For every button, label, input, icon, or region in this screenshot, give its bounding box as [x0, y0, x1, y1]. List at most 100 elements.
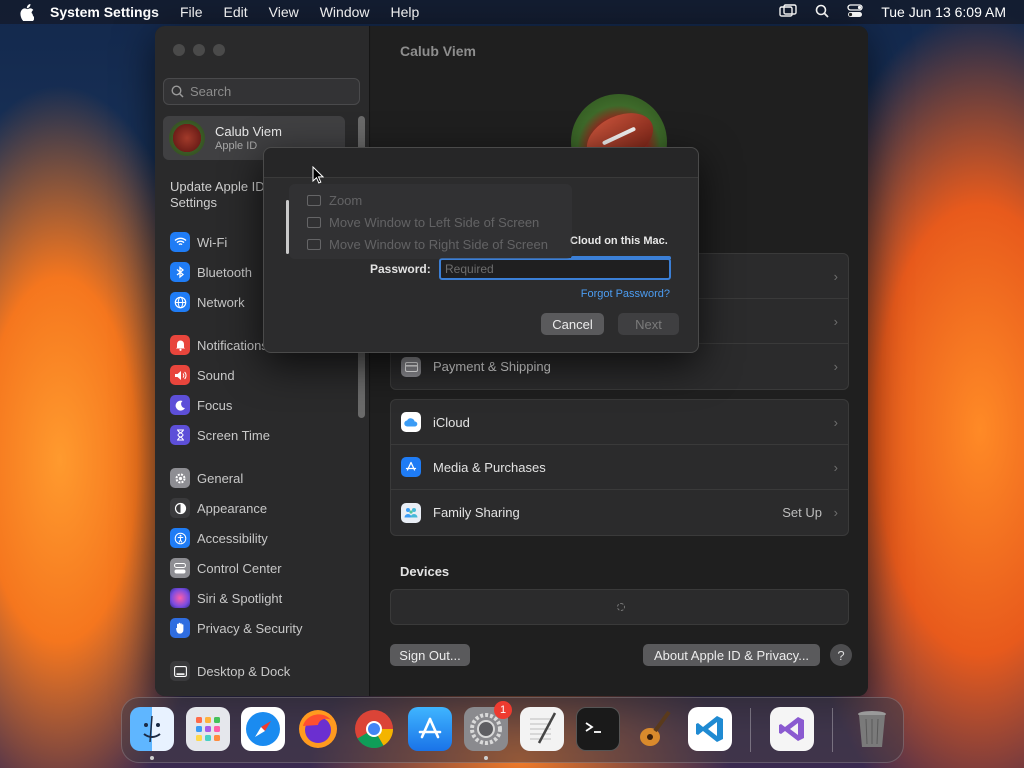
about-apple-id-privacy-button[interactable]: About Apple ID & Privacy...: [643, 644, 820, 666]
update-apple-id-link[interactable]: Update Apple ID Settings: [170, 179, 265, 211]
siri-icon: [170, 588, 190, 608]
sidebar-item-control-center[interactable]: Control Center: [170, 553, 302, 583]
menu-item-zoom[interactable]: Zoom: [307, 193, 362, 208]
menu-help[interactable]: Help: [391, 4, 420, 20]
menu-file[interactable]: File: [180, 4, 203, 20]
zoom-button[interactable]: [213, 44, 225, 56]
sidebar-item-label: Control Center: [197, 560, 282, 576]
appearance-icon: [170, 498, 190, 518]
sidebar-item-focus[interactable]: Focus: [170, 390, 270, 420]
terminal-icon[interactable]: [576, 707, 620, 751]
sidebar-group-desktop: Desktop & Dock: [170, 656, 290, 686]
loading-spinner-icon: [617, 603, 625, 611]
speaker-icon: [170, 365, 190, 385]
services-group: iCloud › Media & Purchases › Family Shar…: [390, 399, 849, 536]
close-button[interactable]: [173, 44, 185, 56]
running-indicator: [484, 756, 488, 760]
sidebar-item-label: Desktop & Dock: [197, 663, 291, 679]
search-input[interactable]: [190, 84, 340, 99]
safari-icon[interactable]: [241, 707, 285, 751]
chrome-icon[interactable]: [352, 707, 396, 751]
sidebar-item-label: General: [197, 470, 244, 486]
sidebar-item-network[interactable]: Network: [170, 287, 252, 317]
bell-icon: [170, 335, 190, 355]
window-arrangement-menu: Zoom Move Window to Left Side of Screen …: [289, 184, 572, 259]
devices-heading: Devices: [400, 564, 450, 579]
sidebar-item-appearance[interactable]: Appearance: [170, 493, 302, 523]
firefox-icon[interactable]: [296, 707, 340, 751]
spotlight-search-icon[interactable]: [815, 4, 829, 21]
avatar: [169, 120, 205, 156]
page-title: Calub Viem: [400, 43, 476, 59]
vscode-icon[interactable]: [688, 707, 732, 751]
menu-clock[interactable]: Tue Jun 13 6:09 AM: [881, 4, 1006, 20]
control-center-icon[interactable]: [847, 3, 863, 21]
cancel-button[interactable]: Cancel: [541, 313, 604, 335]
mouse-cursor-icon: [312, 165, 325, 187]
help-button[interactable]: ?: [830, 644, 852, 666]
sign-out-button[interactable]: Sign Out...: [390, 644, 470, 666]
settings-row-family-sharing[interactable]: Family Sharing Set Up ›: [391, 490, 848, 535]
menu-edit[interactable]: Edit: [224, 4, 248, 20]
icloud-icon: [401, 412, 421, 432]
screen-mirroring-icon[interactable]: [779, 3, 797, 21]
sidebar-item-screen-time[interactable]: Screen Time: [170, 420, 270, 450]
chevron-right-icon: ›: [833, 313, 838, 329]
menu-window[interactable]: Window: [320, 4, 370, 20]
sidebar-item-label: Notifications: [197, 337, 268, 353]
control-center-icon: [170, 558, 190, 578]
row-label: iCloud: [433, 414, 470, 430]
sidebar-group-general: General Appearance Accessibility Control…: [170, 463, 302, 643]
search-field[interactable]: [163, 78, 360, 105]
textedit-icon[interactable]: [520, 707, 564, 751]
visual-studio-icon[interactable]: [770, 707, 814, 751]
wifi-icon: [170, 232, 190, 252]
menu-item-label: Move Window to Left Side of Screen: [329, 215, 540, 230]
chevron-right-icon: ›: [833, 459, 838, 475]
sidebar-item-label: Focus: [197, 397, 233, 413]
sidebar-item-desktop-dock[interactable]: Desktop & Dock: [170, 656, 290, 686]
settings-row-media-purchases[interactable]: Media & Purchases ›: [391, 445, 848, 490]
password-label: Password:: [370, 262, 431, 276]
sidebar-item-wifi[interactable]: Wi-Fi: [170, 227, 252, 257]
password-input[interactable]: [439, 258, 671, 280]
sidebar-item-bluetooth[interactable]: Bluetooth: [170, 257, 252, 287]
devices-list: [390, 589, 849, 625]
menu-item-move-left[interactable]: Move Window to Left Side of Screen: [307, 215, 539, 230]
family-sharing-setup[interactable]: Set Up: [782, 505, 822, 520]
sidebar-group-notifications: Notifications Sound Focus Screen Time: [170, 330, 270, 450]
sidebar-item-label: Accessibility: [197, 530, 268, 546]
sidebar-item-label: Bluetooth: [197, 264, 252, 280]
tile-left-icon: [307, 217, 321, 228]
minimize-button[interactable]: [193, 44, 205, 56]
sidebar-item-siri-spotlight[interactable]: Siri & Spotlight: [170, 583, 302, 613]
sidebar-item-sound[interactable]: Sound: [170, 360, 270, 390]
forgot-password-link[interactable]: Forgot Password?: [581, 288, 670, 300]
sidebar-item-label: Screen Time: [197, 427, 270, 443]
next-button[interactable]: Next: [618, 313, 679, 335]
sidebar-item-privacy-security[interactable]: Privacy & Security: [170, 613, 302, 643]
sidebar-item-accessibility[interactable]: Accessibility: [170, 523, 302, 553]
apple-menu-icon[interactable]: [18, 3, 36, 21]
appstore-icon[interactable]: [408, 707, 452, 751]
hand-icon: [170, 618, 190, 638]
row-label: Media & Purchases: [433, 459, 546, 475]
menu-view[interactable]: View: [269, 4, 299, 20]
settings-row-icloud[interactable]: iCloud ›: [391, 400, 848, 445]
sidebar-item-general[interactable]: General: [170, 463, 302, 493]
sidebar-group-network: Wi-Fi Bluetooth Network: [170, 227, 252, 317]
menu-bar: System Settings File Edit View Window He…: [0, 0, 1024, 24]
dock-separator: [750, 708, 751, 752]
row-label: Payment & Shipping: [433, 359, 551, 374]
menu-item-move-right[interactable]: Move Window to Right Side of Screen: [307, 237, 548, 252]
sidebar-item-notifications[interactable]: Notifications: [170, 330, 270, 360]
appstore-icon: [401, 457, 421, 477]
launchpad-icon[interactable]: [186, 707, 230, 751]
finder-icon[interactable]: [130, 707, 174, 751]
gear-icon: [170, 468, 190, 488]
account-name: Calub Viem: [215, 124, 282, 139]
sidebar-item-label: Network: [197, 294, 245, 310]
garageband-icon[interactable]: [632, 707, 676, 751]
menu-app-name[interactable]: System Settings: [50, 4, 159, 20]
trash-icon[interactable]: [850, 707, 894, 751]
